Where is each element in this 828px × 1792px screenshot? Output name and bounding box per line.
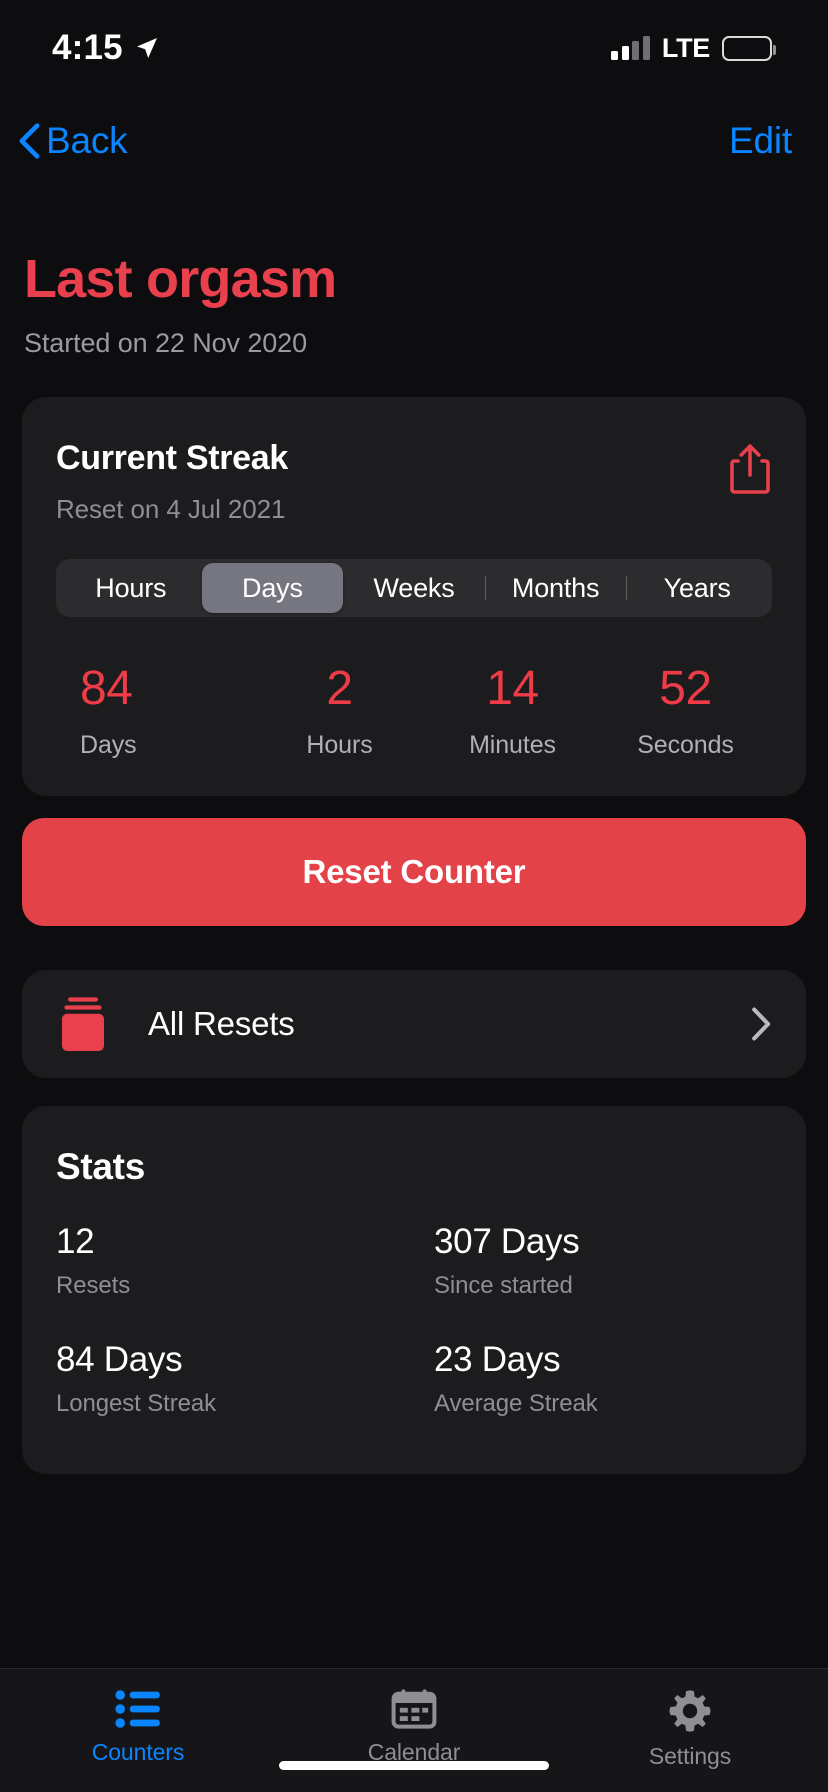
navigation-bar: Back Edit <box>0 96 828 186</box>
counter-cell-days: 84 Days <box>56 665 253 760</box>
current-streak-card: Current Streak Reset on 4 Jul 2021 Hours… <box>22 397 806 796</box>
page-subtitle: Started on 22 Nov 2020 <box>24 328 308 358</box>
segment-weeks[interactable]: Weeks <box>343 563 485 613</box>
tab-label-settings: Settings <box>648 1743 732 1769</box>
location-arrow-icon <box>136 38 157 58</box>
stat-label: Resets <box>56 1272 131 1299</box>
tab-calendar[interactable]: Calendar <box>276 1689 552 1766</box>
stat-value: 23 Days <box>434 1340 561 1379</box>
reset-counter-button[interactable]: Reset Counter <box>22 818 806 926</box>
stats-card: Stats 12 Resets 307 Days Since started 8… <box>22 1106 806 1474</box>
stat-item-resets: 12 Resets <box>56 1222 414 1300</box>
share-icon <box>730 444 770 494</box>
status-bar-left: 4:15 <box>52 28 159 68</box>
segment-hours[interactable]: Hours <box>60 563 202 613</box>
streak-reset-date: Reset on 4 Jul 2021 <box>56 494 286 524</box>
stat-item-average-streak: 23 Days Average Streak <box>414 1340 772 1418</box>
counter-cell-minutes: 14 Minutes <box>426 665 599 760</box>
stat-value: 84 Days <box>56 1340 183 1379</box>
network-type-label: LTE <box>661 32 710 63</box>
stat-value: 307 Days <box>434 1222 580 1261</box>
chevron-right-icon <box>752 1007 771 1041</box>
share-button[interactable] <box>728 443 772 500</box>
segment-years[interactable]: Years <box>626 563 768 613</box>
unit-segmented-control[interactable]: Hours Days Weeks Months Years <box>56 559 772 617</box>
counter-value: 52 <box>659 662 712 715</box>
stat-label: Average Streak <box>434 1390 598 1417</box>
main-content: Last orgasm Started on 22 Nov 2020 Curre… <box>0 186 828 1668</box>
stat-value: 12 <box>56 1222 95 1261</box>
all-resets-row[interactable]: All Resets <box>22 970 806 1078</box>
segment-days[interactable]: Days <box>201 563 344 613</box>
page-title: Last orgasm <box>24 249 337 309</box>
battery-icon <box>722 35 776 61</box>
signal-bars-icon <box>611 36 650 60</box>
stats-grid: 12 Resets 307 Days Since started 84 Days… <box>56 1222 772 1418</box>
edit-button[interactable]: Edit <box>723 114 798 168</box>
app-screen: 4:15 LTE Back Edit Last orgasm Started o… <box>0 0 828 1792</box>
reset-counter-label: Reset Counter <box>302 853 526 890</box>
counter-label: Days <box>80 731 137 759</box>
stat-label: Since started <box>434 1272 573 1299</box>
tab-bar: Counters Calendar Settings <box>0 1668 828 1792</box>
chevron-left-icon <box>19 123 40 159</box>
counter-cell-hours: 2 Hours <box>253 665 426 760</box>
back-button-label: Back <box>46 120 128 161</box>
counter-label: Hours <box>306 731 373 759</box>
stat-item-since-started: 307 Days Since started <box>414 1222 772 1300</box>
counter-label: Seconds <box>637 731 734 759</box>
counter-cell-seconds: 52 Seconds <box>599 665 772 760</box>
streak-title: Current Streak <box>56 439 288 477</box>
tab-settings[interactable]: Settings <box>552 1689 828 1770</box>
counter-value: 2 <box>326 662 353 715</box>
stat-item-longest-streak: 84 Days Longest Streak <box>56 1340 414 1418</box>
back-button[interactable]: Back <box>18 120 128 162</box>
gear-icon <box>669 1690 711 1732</box>
tab-label-counters: Counters <box>91 1739 185 1765</box>
stats-title: Stats <box>56 1146 145 1187</box>
stat-label: Longest Streak <box>56 1390 217 1417</box>
counter-label: Minutes <box>469 731 556 759</box>
card-stack-icon-glyph <box>62 997 104 1051</box>
status-bar: 4:15 LTE <box>0 0 828 96</box>
calendar-icon <box>391 1689 437 1729</box>
status-bar-right: LTE <box>611 32 776 64</box>
counter-value: 14 <box>486 662 539 715</box>
all-resets-label: All Resets <box>148 1005 295 1042</box>
list-bullet-icon <box>115 1690 160 1728</box>
home-indicator <box>279 1761 549 1770</box>
segment-months[interactable]: Months <box>484 563 627 613</box>
card-stack-icon <box>56 995 110 1053</box>
counter-value: 84 <box>80 662 133 715</box>
streak-header: Current Streak Reset on 4 Jul 2021 <box>56 439 772 525</box>
streak-header-text: Current Streak Reset on 4 Jul 2021 <box>56 439 288 525</box>
tab-counters[interactable]: Counters <box>0 1689 276 1766</box>
counter-values-row: 84 Days 2 Hours 14 Minutes 52 Seconds <box>56 665 772 760</box>
status-bar-time: 4:15 <box>52 28 123 67</box>
